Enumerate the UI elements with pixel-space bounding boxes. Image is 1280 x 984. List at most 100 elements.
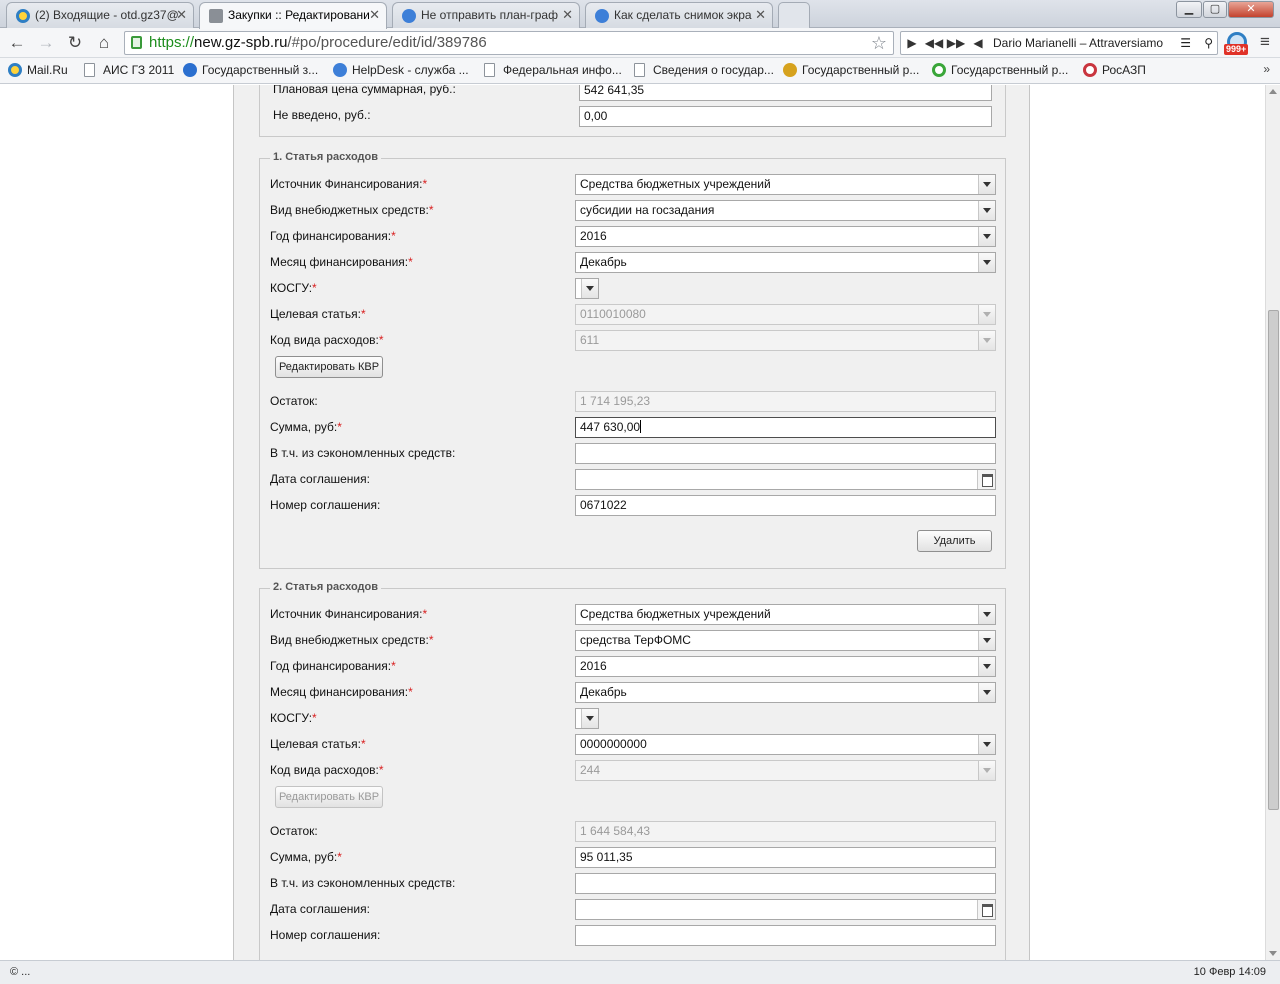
- previous-track-icon[interactable]: ◀◀: [923, 32, 945, 54]
- kosgu-select[interactable]: [575, 278, 599, 299]
- bookmark-gos-1[interactable]: Государственный з...: [183, 62, 318, 78]
- kind-label: Вид внебюджетных средств:*: [270, 203, 434, 217]
- kvr-label: Код вида расходов:*: [270, 763, 384, 777]
- bookmark-federal[interactable]: Федеральная инфо...: [484, 62, 622, 78]
- forward-icon[interactable]: →: [34, 32, 58, 54]
- scroll-thumb[interactable]: [1268, 310, 1279, 810]
- close-tab-icon[interactable]: ✕: [369, 3, 380, 27]
- kind-select[interactable]: субсидии на госзадания: [575, 200, 996, 221]
- kosgu-select[interactable]: [575, 708, 599, 729]
- more-bookmarks-icon[interactable]: »: [1263, 62, 1270, 76]
- volume-icon[interactable]: ◀: [967, 32, 989, 54]
- play-icon[interactable]: ▶: [901, 32, 923, 54]
- saved-funds-label: В т.ч. из сэкономленных средств:: [270, 446, 456, 460]
- expense-item-1: 1. Статья расходов Источник Финансирован…: [259, 151, 1006, 569]
- sum-label: Сумма, руб:*: [270, 850, 342, 864]
- year-label: Год финансирования:*: [270, 229, 396, 243]
- vertical-scrollbar[interactable]: [1265, 85, 1280, 960]
- player-track-title: Dario Marianelli – Attraversiamo: [993, 36, 1164, 50]
- url-path: /#po/procedure/edit/id/389786: [287, 34, 487, 51]
- month-select[interactable]: Декабрь: [575, 252, 996, 273]
- close-window-button[interactable]: ✕: [1228, 1, 1274, 18]
- target-select[interactable]: 0000000000: [575, 734, 996, 755]
- search-icon[interactable]: ⚲: [1204, 32, 1213, 54]
- agreement-date-input[interactable]: [575, 469, 996, 490]
- bookmark-ais[interactable]: АИС ГЗ 2011: [84, 62, 174, 78]
- tab-help-plan[interactable]: Не отправить план-граф ✕: [392, 2, 580, 28]
- source-select[interactable]: Средства бюджетных учреждений: [575, 604, 996, 625]
- bookmark-label: HelpDesk - служба ...: [352, 63, 469, 77]
- agreement-date-label: Дата соглашения:: [270, 902, 370, 916]
- bookmark-label: Государственный р...: [802, 63, 920, 77]
- close-tab-icon[interactable]: ✕: [755, 3, 766, 27]
- maximize-button[interactable]: ▢: [1203, 1, 1227, 18]
- month-label: Месяц финансирования:*: [270, 685, 413, 699]
- planned-price-label: Плановая цена суммарная, руб.:: [273, 85, 456, 96]
- bookmark-rosazp[interactable]: РосАЗП: [1083, 62, 1146, 78]
- tab-title: Как сделать снимок экра: [614, 8, 752, 22]
- new-tab-button[interactable]: [778, 2, 810, 28]
- status-bar: © ... 10 Февр 14:09: [0, 960, 1280, 984]
- bookmark-label: Государственный з...: [202, 63, 319, 77]
- month-select[interactable]: Декабрь: [575, 682, 996, 703]
- back-icon[interactable]: ←: [5, 32, 29, 54]
- source-label: Источник Финансирования:*: [270, 607, 428, 621]
- target-select[interactable]: 0110010080: [575, 304, 996, 325]
- refresh-circle-icon: [932, 63, 946, 77]
- kvr-label: Код вида расходов:*: [270, 333, 384, 347]
- agreement-number-input[interactable]: 0671022: [575, 495, 996, 516]
- bookmark-mailru[interactable]: Mail.Ru: [8, 62, 68, 78]
- kind-select[interactable]: средства ТерФОМС: [575, 630, 996, 651]
- chevron-down-icon: [978, 735, 995, 754]
- playlist-icon[interactable]: ☰: [1180, 32, 1191, 54]
- edit-kvr-button[interactable]: Редактировать КВР: [275, 356, 383, 378]
- chevron-down-icon: [581, 279, 598, 298]
- bookmark-svedeniya[interactable]: Сведения о государ...: [634, 62, 774, 78]
- text-cursor: [640, 420, 642, 433]
- next-track-icon[interactable]: ▶▶: [945, 32, 967, 54]
- source-select[interactable]: Средства бюджетных учреждений: [575, 174, 996, 195]
- delete-button[interactable]: Удалить: [917, 530, 992, 552]
- agreement-number-input[interactable]: [575, 925, 996, 946]
- reload-icon[interactable]: ↻: [63, 32, 87, 54]
- menu-icon[interactable]: ≡: [1260, 32, 1270, 52]
- minimize-button[interactable]: ▁: [1176, 1, 1202, 18]
- help-icon: [595, 9, 609, 23]
- chevron-down-icon: [978, 657, 995, 676]
- close-tab-icon[interactable]: ✕: [562, 3, 573, 27]
- kvr-select[interactable]: 244: [575, 760, 996, 781]
- bookmark-gos-2[interactable]: Государственный р...: [783, 62, 919, 78]
- home-icon[interactable]: ⌂: [92, 32, 116, 54]
- page-icon: [84, 63, 95, 77]
- agreement-date-input[interactable]: [575, 899, 996, 920]
- mail-extension-icon[interactable]: 999+: [1224, 30, 1250, 56]
- year-select[interactable]: 2016: [575, 656, 996, 677]
- kosgu-label: КОСГУ:*: [270, 711, 317, 725]
- tab-inbox[interactable]: (2) Входящие - otd.gz37@ ✕: [6, 2, 194, 28]
- status-text: © ...: [10, 966, 31, 978]
- scroll-down-icon[interactable]: [1269, 951, 1277, 956]
- scroll-up-icon[interactable]: [1269, 89, 1277, 94]
- bookmark-helpdesk[interactable]: HelpDesk - служба ...: [333, 62, 469, 78]
- saved-funds-input[interactable]: [575, 443, 996, 464]
- tab-help-screenshot[interactable]: Как сделать снимок экра ✕: [585, 2, 773, 28]
- planned-price-field[interactable]: 542 641,35: [579, 85, 992, 101]
- sum-input[interactable]: 95 011,35: [575, 847, 996, 868]
- edit-kvr-button[interactable]: Редактировать КВР: [275, 786, 383, 808]
- year-label: Год финансирования:*: [270, 659, 396, 673]
- calendar-icon[interactable]: [977, 900, 995, 919]
- clock: 10 Февр 14:09: [1193, 966, 1266, 978]
- tab-procurement-edit[interactable]: Закупки :: Редактировани ✕: [199, 2, 387, 29]
- tab-strip: (2) Входящие - otd.gz37@ ✕ Закупки :: Ре…: [0, 0, 1280, 29]
- page-icon: [634, 63, 645, 77]
- close-tab-icon[interactable]: ✕: [176, 3, 187, 27]
- calendar-icon[interactable]: [977, 470, 995, 489]
- bookmark-gos-3[interactable]: Государственный р...: [932, 62, 1068, 78]
- kvr-select[interactable]: 611: [575, 330, 996, 351]
- bookmark-star-icon[interactable]: ☆: [871, 32, 887, 54]
- address-bar[interactable]: https://new.gz-spb.ru/#po/procedure/edit…: [124, 31, 894, 55]
- year-select[interactable]: 2016: [575, 226, 996, 247]
- saved-funds-input[interactable]: [575, 873, 996, 894]
- sum-input[interactable]: 447 630,00: [575, 417, 996, 438]
- not-entered-field[interactable]: 0,00: [579, 106, 992, 127]
